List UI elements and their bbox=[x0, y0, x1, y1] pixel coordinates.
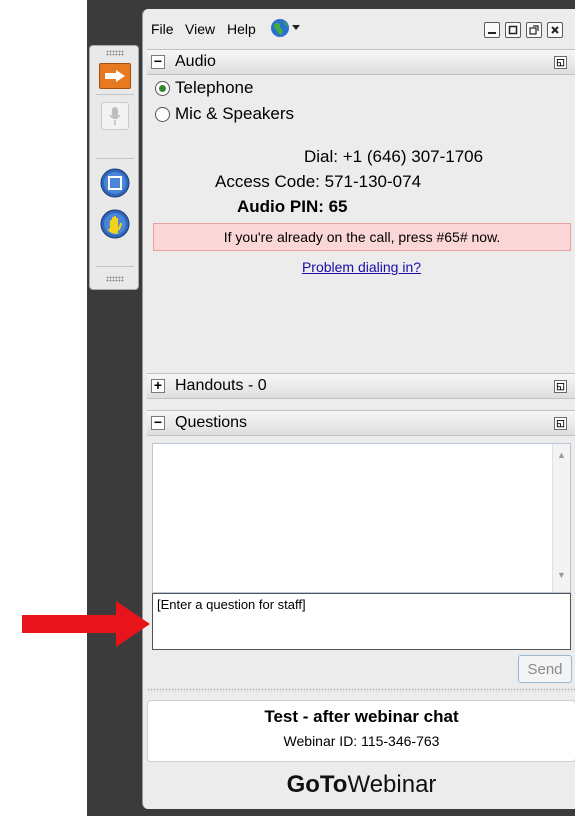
show-panel-button[interactable] bbox=[99, 63, 131, 89]
menu-help[interactable]: Help bbox=[227, 21, 256, 37]
popout-icon bbox=[529, 25, 539, 35]
mute-button[interactable] bbox=[101, 102, 129, 130]
red-pointer-arrow-icon bbox=[22, 601, 150, 647]
close-icon bbox=[551, 26, 559, 34]
minimize-button[interactable] bbox=[484, 22, 500, 38]
collapse-questions-toggle[interactable]: − bbox=[151, 415, 165, 430]
control-panel: File View Help − Audio ◱ Telephone Mic &… bbox=[142, 9, 575, 809]
menu-bar: File View Help bbox=[143, 9, 575, 45]
access-code: Access Code: 571-130-074 bbox=[215, 172, 422, 191]
close-button[interactable] bbox=[547, 22, 563, 38]
handouts-popout-icon[interactable]: ◱ bbox=[554, 380, 567, 393]
telephone-radio[interactable] bbox=[155, 80, 170, 96]
telephone-label: Telephone bbox=[175, 78, 254, 97]
popout-button[interactable] bbox=[526, 22, 542, 38]
grab-tab-toolbar bbox=[89, 45, 139, 290]
mic-speakers-radio[interactable] bbox=[155, 106, 170, 122]
raise-hand-icon bbox=[100, 209, 130, 239]
questions-scrollbar[interactable]: ▲ ▼ bbox=[552, 444, 570, 592]
mic-speakers-label: Mic & Speakers bbox=[175, 104, 295, 123]
webinar-info: Test - after webinar chat Webinar ID: 11… bbox=[147, 700, 575, 762]
audio-pane-header[interactable]: − Audio ◱ bbox=[147, 49, 575, 75]
maximize-icon bbox=[508, 25, 518, 35]
show-panel-icon bbox=[105, 70, 125, 82]
raise-hand-button[interactable] bbox=[99, 208, 131, 240]
questions-log[interactable]: ▲ ▼ bbox=[152, 443, 571, 593]
problem-dialing-link[interactable]: Problem dialing in? bbox=[147, 259, 575, 275]
dropdown-arrow-icon bbox=[292, 25, 300, 30]
collapse-audio-toggle[interactable]: − bbox=[151, 54, 165, 69]
expand-handouts-toggle[interactable]: + bbox=[151, 378, 165, 393]
maximize-button[interactable] bbox=[505, 22, 521, 38]
screen-icon bbox=[100, 168, 130, 198]
questions-popout-icon[interactable]: ◱ bbox=[554, 417, 567, 430]
audio-popout-icon[interactable]: ◱ bbox=[554, 56, 567, 69]
telephone-option[interactable]: Telephone bbox=[155, 78, 253, 98]
minimize-icon bbox=[488, 32, 496, 34]
top-grip-icon[interactable] bbox=[106, 50, 124, 56]
webinar-title: Test - after webinar chat bbox=[264, 707, 459, 726]
already-on-call-notice: If you're already on the call, press #65… bbox=[153, 223, 571, 251]
language-menu[interactable] bbox=[270, 18, 300, 38]
audio-pin: Audio PIN: 65 bbox=[237, 197, 348, 216]
brand-light: Webinar bbox=[347, 771, 437, 798]
question-input[interactable]: [Enter a question for staff] bbox=[152, 593, 571, 650]
microphone-icon bbox=[109, 107, 121, 125]
brand-bold: GoTo bbox=[286, 771, 348, 798]
questions-pane-title: Questions bbox=[175, 414, 248, 431]
menu-view[interactable]: View bbox=[185, 21, 215, 37]
scroll-up-icon[interactable]: ▲ bbox=[557, 450, 566, 460]
gotowebinar-logo: GoTo Webinar bbox=[147, 765, 575, 805]
webinar-id: Webinar ID: 115-346-763 bbox=[283, 733, 440, 749]
resize-grip[interactable] bbox=[147, 688, 575, 692]
globe-icon bbox=[271, 19, 289, 37]
dial-number: Dial: +1 (646) 307-1706 bbox=[304, 147, 484, 166]
audio-pane-body: Telephone Mic & Speakers Dial: +1 (646) … bbox=[147, 75, 575, 365]
scroll-down-icon[interactable]: ▼ bbox=[557, 570, 566, 580]
send-button[interactable]: Send bbox=[518, 655, 572, 683]
mic-speakers-option[interactable]: Mic & Speakers bbox=[155, 104, 294, 124]
audio-pane-title: Audio bbox=[175, 53, 216, 70]
handouts-pane-title: Handouts - 0 bbox=[175, 377, 267, 394]
show-screen-button[interactable] bbox=[99, 167, 131, 199]
questions-pane-header[interactable]: − Questions ◱ bbox=[147, 410, 575, 436]
menu-file[interactable]: File bbox=[151, 21, 174, 37]
bottom-grip-icon[interactable] bbox=[106, 276, 124, 282]
handouts-pane-header[interactable]: + Handouts - 0 ◱ bbox=[147, 373, 575, 399]
